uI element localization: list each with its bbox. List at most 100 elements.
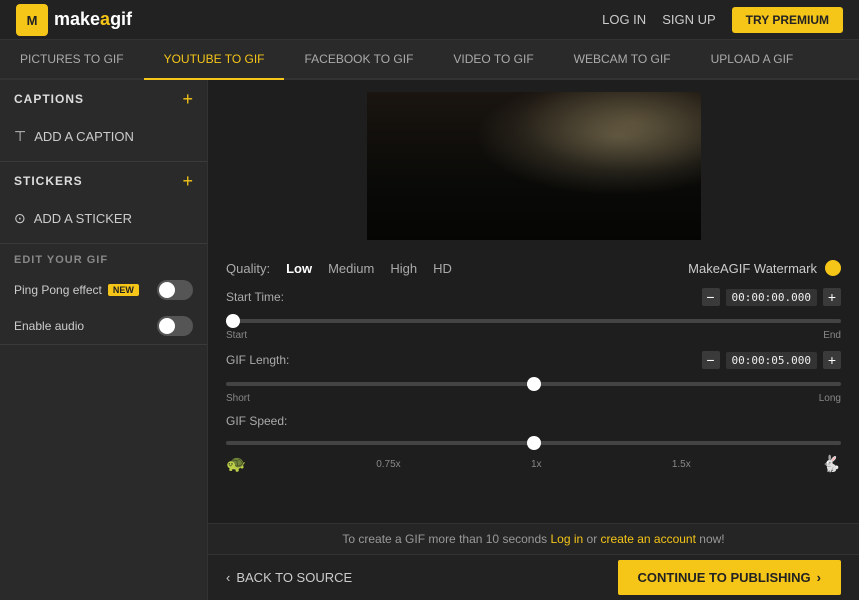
login-link-notice[interactable]: Log in (550, 532, 583, 546)
length-label-left: Short (226, 393, 250, 404)
gif-speed-label-row: GIF Speed: (226, 414, 841, 428)
start-time-control: − 00:00:00.000 + (702, 288, 841, 306)
tab-youtube[interactable]: YOUTUBE TO GIF (144, 40, 285, 80)
quality-medium[interactable]: Medium (328, 261, 374, 276)
video-preview (367, 92, 701, 240)
enable-audio-row: Enable audio (0, 308, 207, 344)
sticker-icon: ⊙ (14, 210, 26, 227)
start-time-plus[interactable]: + (823, 288, 841, 306)
gif-length-slider[interactable] (226, 382, 841, 386)
tab-video[interactable]: VIDEO TO GIF (433, 40, 553, 80)
speed-1-5x: 1.5x (672, 459, 691, 470)
stickers-header: STICKERS + (0, 162, 207, 200)
edit-section: EDIT YOUR GIF Ping Pong effect NEW Enabl… (0, 244, 207, 345)
quality-row: Quality: Low Medium High HD MakeAGIF Wat… (226, 260, 841, 276)
quality-hd[interactable]: HD (433, 261, 452, 276)
header: M makeagif LOG IN SIGN UP TRY PREMIUM (0, 0, 859, 40)
stickers-section: STICKERS + ⊙ ADD A STICKER (0, 162, 207, 244)
gif-length-value: 00:00:05.000 (726, 352, 817, 369)
add-sticker-label: ADD A STICKER (34, 211, 132, 226)
gif-speed-slider[interactable] (226, 441, 841, 445)
back-to-source-button[interactable]: ‹ BACK TO SOURCE (226, 570, 352, 585)
quality-high[interactable]: High (390, 261, 417, 276)
back-label: BACK TO SOURCE (236, 570, 352, 585)
gif-length-label: GIF Length: (226, 353, 289, 367)
stickers-label: STICKERS (14, 174, 83, 188)
back-chevron-icon: ‹ (226, 570, 230, 585)
fast-rabbit-icon: 🐇 (821, 454, 841, 474)
gif-length-plus[interactable]: + (823, 351, 841, 369)
start-time-label: Start Time: (226, 290, 284, 304)
tab-pictures[interactable]: PICTURES TO GIF (0, 40, 144, 80)
tab-facebook[interactable]: FACEBOOK TO GIF (284, 40, 433, 80)
svg-text:M: M (27, 13, 38, 28)
captions-label: CAPTIONS (14, 92, 84, 106)
gif-length-minus[interactable]: − (702, 351, 720, 369)
tab-webcam[interactable]: WEBCAM TO GIF (554, 40, 691, 80)
quality-left: Quality: Low Medium High HD (226, 261, 452, 276)
continue-to-publishing-button[interactable]: CONTINUE TO PUBLISHING › (618, 560, 841, 595)
add-sticker-action[interactable]: ⊙ ADD A STICKER (0, 200, 207, 243)
start-label-right: End (823, 330, 841, 341)
notice-text: To create a GIF more than 10 seconds (342, 532, 550, 546)
quality-low[interactable]: Low (286, 261, 312, 276)
start-label-left: Start (226, 330, 247, 341)
speed-0-75x: 0.75x (376, 459, 400, 470)
watermark-label: MakeAGIF Watermark (688, 261, 817, 276)
gif-length-slider-container (226, 373, 841, 391)
start-time-minus[interactable]: − (702, 288, 720, 306)
start-time-slider-container (226, 310, 841, 328)
gif-speed-group: GIF Speed: 🐢 0.75x 1x 1.5x 🐇 (226, 414, 841, 474)
continue-chevron-icon: › (817, 570, 821, 585)
ping-pong-toggle[interactable] (157, 280, 193, 300)
start-time-slider[interactable] (226, 319, 841, 323)
preview-image (367, 92, 701, 240)
start-time-label-row: Start Time: − 00:00:00.000 + (226, 288, 841, 306)
length-label-right: Long (819, 393, 841, 404)
content-area: Quality: Low Medium High HD MakeAGIF Wat… (208, 80, 859, 600)
gif-length-control: − 00:00:05.000 + (702, 351, 841, 369)
video-area (208, 80, 859, 252)
notice-connector: or (587, 532, 601, 546)
bottom-bar: ‹ BACK TO SOURCE CONTINUE TO PUBLISHING … (208, 554, 859, 600)
captions-header: CAPTIONS + (0, 80, 207, 118)
tab-upload[interactable]: UPLOAD A GIF (691, 40, 814, 80)
speed-labels: 🐢 0.75x 1x 1.5x 🐇 (226, 454, 841, 474)
enable-audio-toggle[interactable] (157, 316, 193, 336)
sidebar: CAPTIONS + ⊤ ADD A CAPTION STICKERS + ⊙ … (0, 80, 208, 600)
gif-speed-label: GIF Speed: (226, 414, 287, 428)
watermark-row: MakeAGIF Watermark (688, 260, 841, 276)
quality-label: Quality: (226, 261, 270, 276)
gif-speed-slider-container (226, 432, 841, 450)
gif-length-group: GIF Length: − 00:00:05.000 + Short Long (226, 351, 841, 404)
add-caption-action[interactable]: ⊤ ADD A CAPTION (0, 118, 207, 161)
controls-area: Quality: Low Medium High HD MakeAGIF Wat… (208, 252, 859, 523)
enable-audio-label-text: Enable audio (14, 319, 84, 333)
logo-icon: M (16, 4, 48, 36)
create-account-link[interactable]: create an account (601, 532, 696, 546)
logo: M makeagif (16, 4, 132, 36)
ping-pong-label: Ping Pong effect NEW (14, 283, 139, 297)
new-badge: NEW (108, 284, 139, 296)
logo-text: makeagif (54, 9, 132, 30)
start-time-labels: Start End (226, 330, 841, 341)
header-nav: LOG IN SIGN UP TRY PREMIUM (602, 7, 843, 33)
gif-length-label-row: GIF Length: − 00:00:05.000 + (226, 351, 841, 369)
gif-length-labels: Short Long (226, 393, 841, 404)
start-time-group: Start Time: − 00:00:00.000 + Start End (226, 288, 841, 341)
add-captions-button[interactable]: + (182, 90, 193, 108)
speed-1x: 1x (531, 459, 542, 470)
continue-label: CONTINUE TO PUBLISHING (638, 570, 811, 585)
login-link[interactable]: LOG IN (602, 12, 646, 27)
signup-link[interactable]: SIGN UP (662, 12, 715, 27)
watermark-toggle-dot[interactable] (825, 260, 841, 276)
add-sticker-button[interactable]: + (182, 172, 193, 190)
try-premium-button[interactable]: TRY PREMIUM (732, 7, 843, 33)
add-caption-label: ADD A CAPTION (34, 129, 134, 144)
ping-pong-row: Ping Pong effect NEW (0, 272, 207, 308)
main-layout: CAPTIONS + ⊤ ADD A CAPTION STICKERS + ⊙ … (0, 80, 859, 600)
slow-turtle-icon: 🐢 (226, 454, 246, 474)
notice-bar: To create a GIF more than 10 seconds Log… (208, 523, 859, 554)
edit-label: EDIT YOUR GIF (14, 254, 108, 266)
caption-icon: ⊤ (14, 128, 26, 145)
